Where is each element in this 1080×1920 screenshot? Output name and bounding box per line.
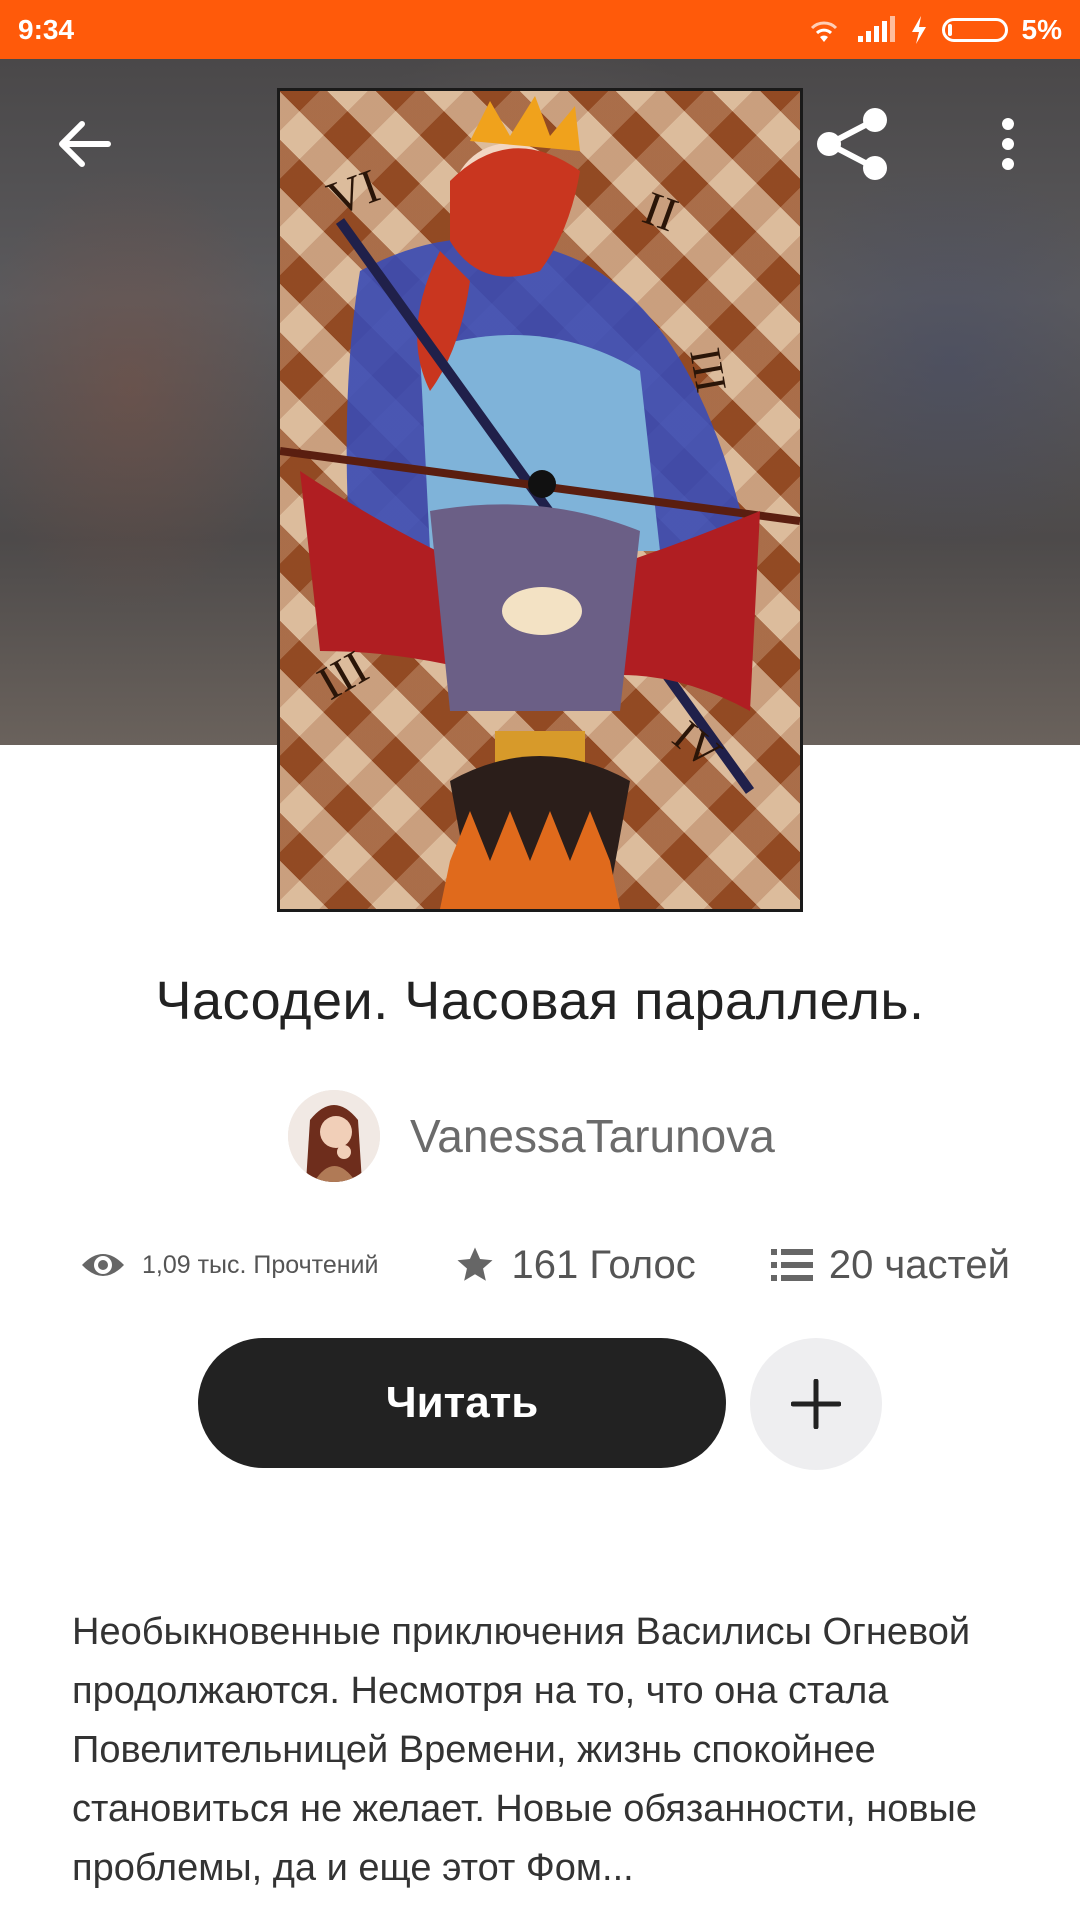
author-name[interactable]: VanessaTarunova: [410, 1109, 775, 1163]
avatar[interactable]: [288, 1090, 380, 1182]
battery-percent: 5%: [1021, 13, 1062, 45]
story-title: Часодеи. Часовая параллель.: [155, 971, 925, 1031]
back-button[interactable]: [40, 99, 130, 189]
star-icon: [457, 1247, 493, 1281]
share-button[interactable]: [808, 99, 898, 189]
svg-text:VI: VI: [321, 159, 387, 226]
author-link[interactable]: VanessaTarunova: [288, 1090, 775, 1182]
more-vertical-icon: [1002, 118, 1014, 170]
read-button[interactable]: Читать: [198, 1338, 726, 1468]
arrow-left-icon: [59, 121, 111, 167]
battery-icon: [941, 17, 1008, 42]
story-cover-image[interactable]: VI II III III IV: [277, 88, 803, 912]
svg-text:III: III: [680, 344, 736, 396]
add-to-library-button[interactable]: [750, 1338, 882, 1470]
parts-stat: 20 частей: [770, 1242, 1010, 1288]
signal-icon: [857, 15, 895, 42]
wifi-icon: [810, 21, 837, 42]
status-bar: 9:34 5%: [0, 0, 1080, 59]
eye-icon: [82, 1254, 124, 1276]
more-options-button[interactable]: [963, 99, 1053, 189]
votes-stat: 161 Голос: [454, 1243, 696, 1288]
status-time: 9:34: [18, 13, 75, 45]
story-description: Необыкновенные приключения Василисы Огне…: [72, 1611, 978, 1889]
svg-text:II: II: [636, 182, 684, 243]
plus-icon: [791, 1379, 841, 1429]
share-icon: [817, 108, 887, 180]
read-button-label: Читать: [385, 1378, 539, 1427]
reads-count: 1,09 тыс. Прочтений: [142, 1250, 379, 1279]
parts-count: 20 частей: [828, 1242, 1010, 1287]
list-icon: [770, 1249, 813, 1281]
svg-text:IV: IV: [664, 711, 731, 779]
reads-stat: 1,09 тыс. Прочтений: [80, 1249, 378, 1281]
votes-count: 161 Голос: [511, 1242, 696, 1287]
charging-icon: [911, 15, 926, 44]
story-stats: 1,09 тыс. Прочтений 161 Голос 20 частей: [80, 1230, 1010, 1300]
